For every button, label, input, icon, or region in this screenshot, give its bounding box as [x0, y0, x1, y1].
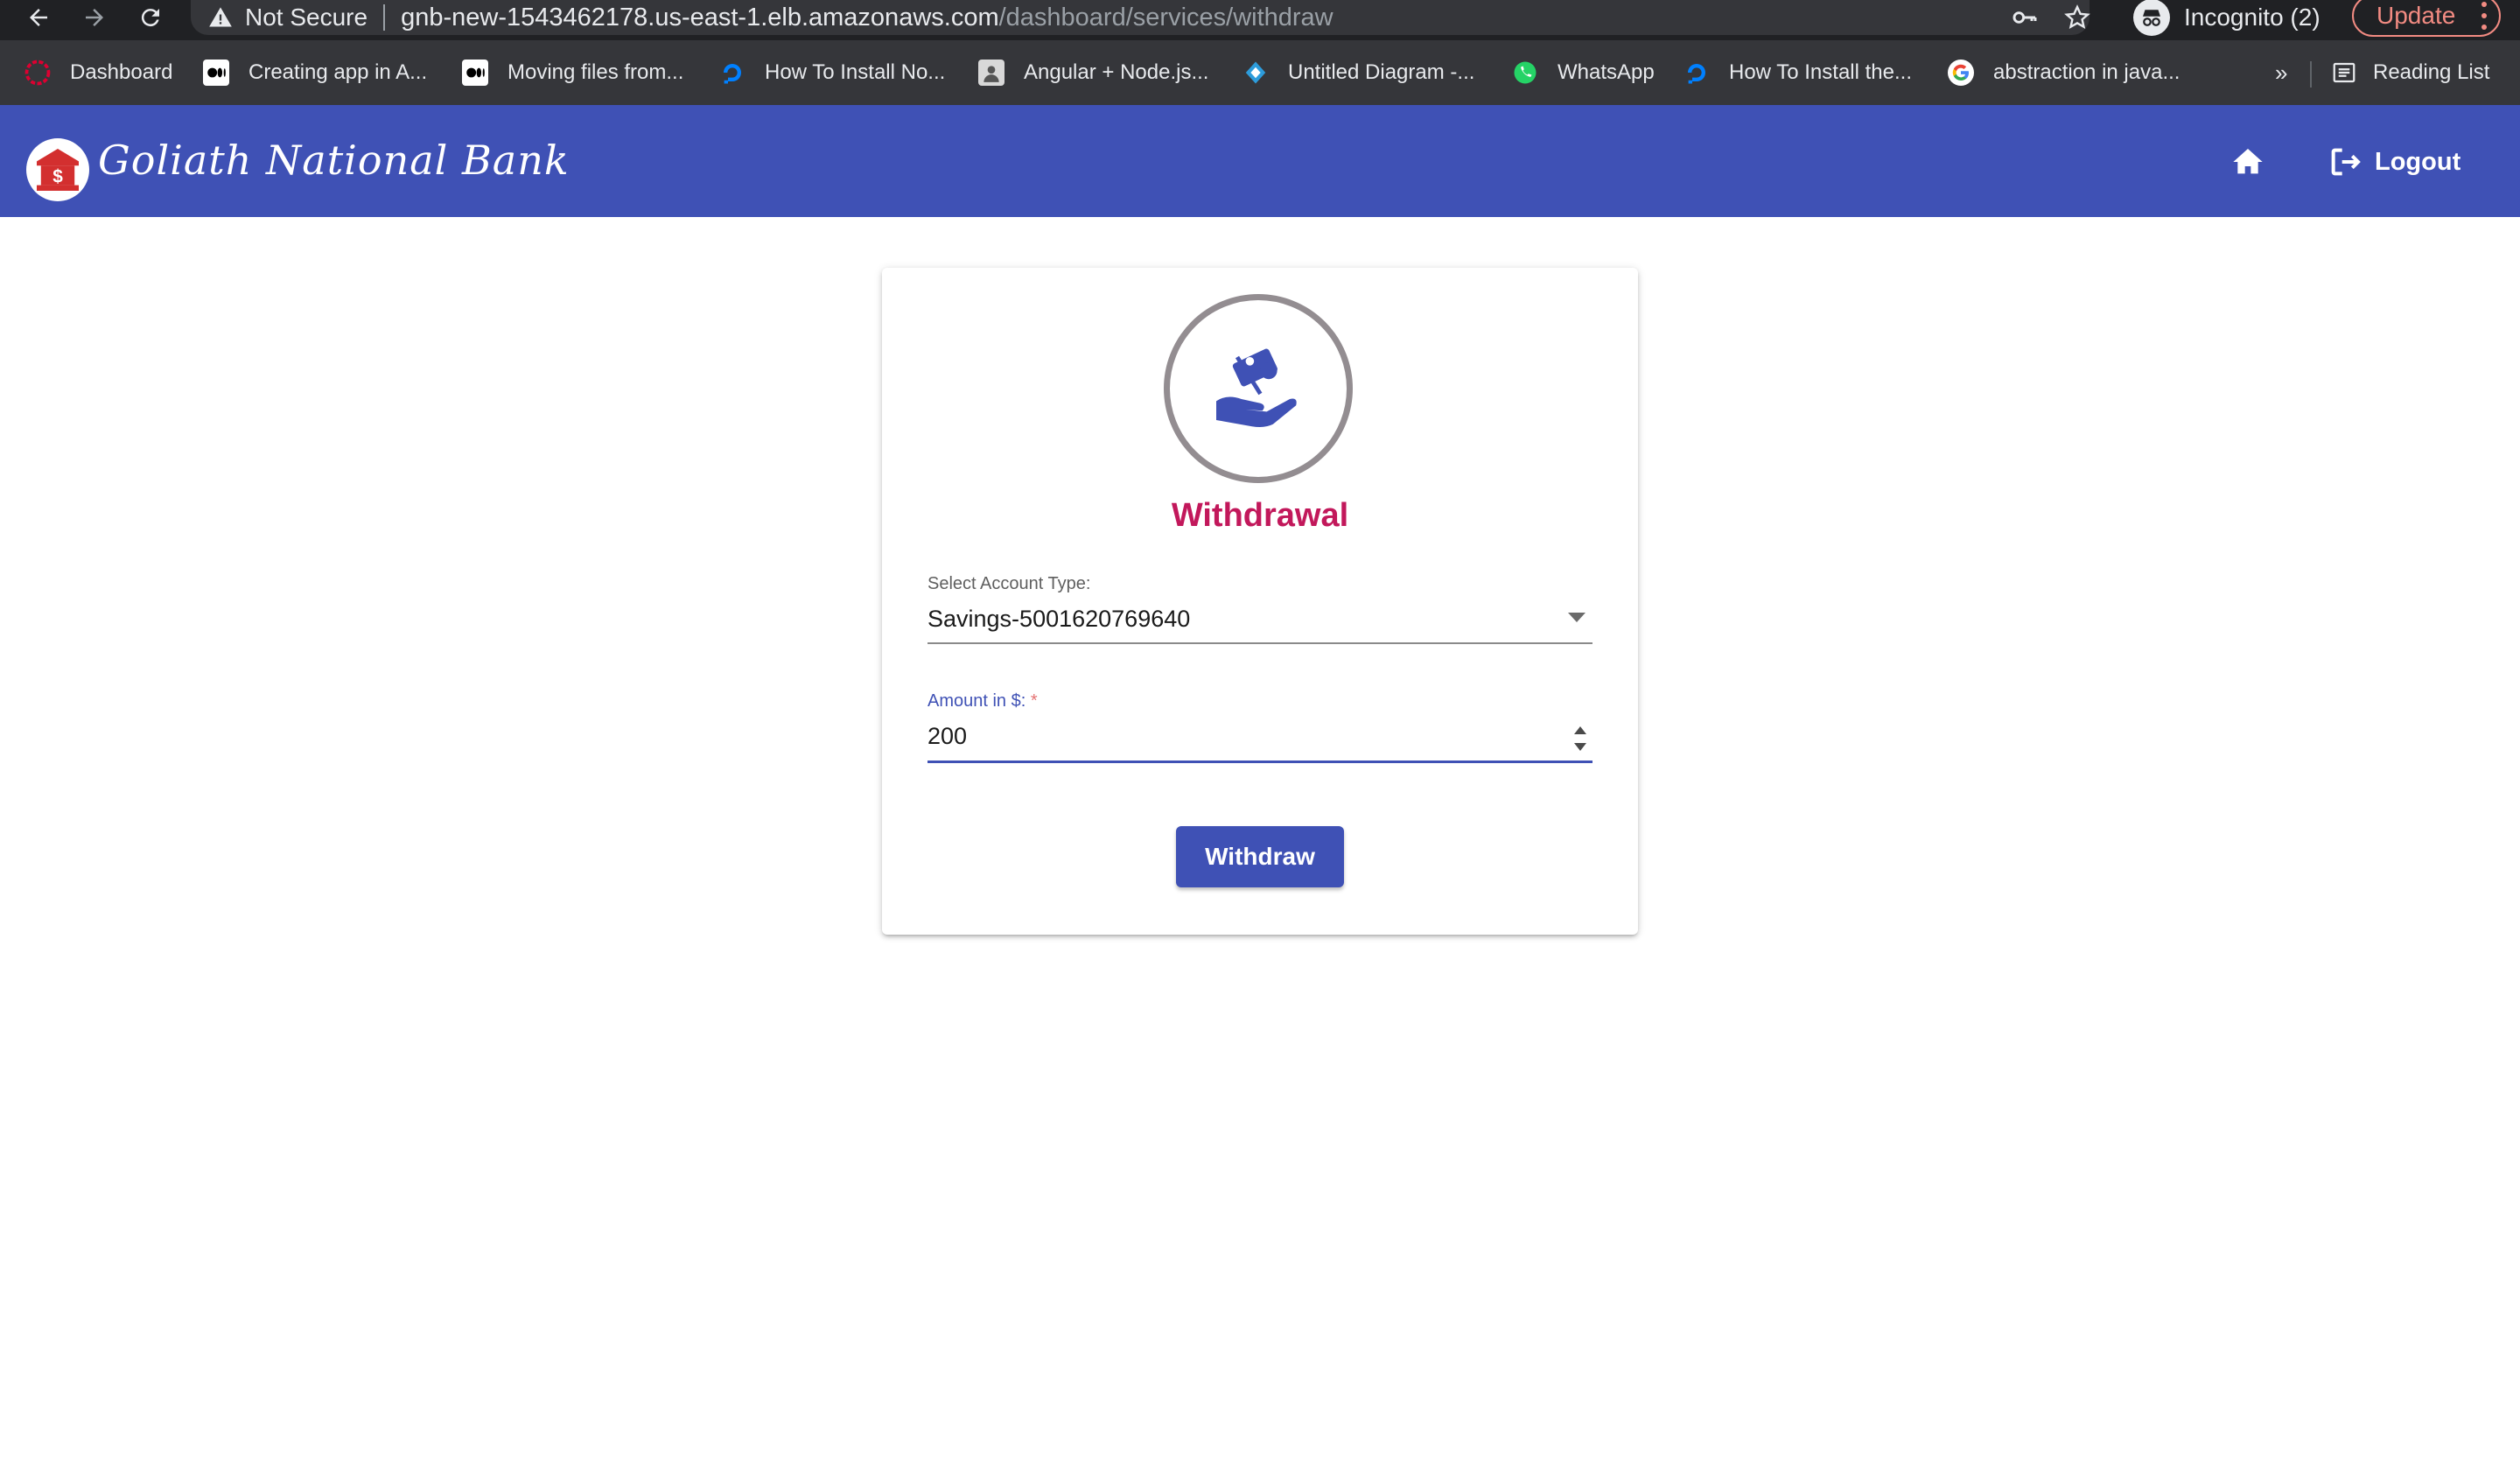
amount-label: Amount in $: *	[928, 691, 1038, 711]
account-type-label: Select Account Type:	[928, 574, 1091, 593]
bookmark-label: Untitled Diagram -...	[1288, 60, 1475, 84]
account-type-select[interactable]: Savings-5001620769640	[928, 600, 1592, 644]
reading-list-icon	[2333, 62, 2356, 83]
bookmark-item[interactable]: WhatsApp	[1512, 40, 1655, 105]
page-title: Withdrawal	[1171, 497, 1349, 534]
medium-icon	[203, 60, 229, 86]
update-label: Update	[2376, 2, 2456, 29]
required-marker: *	[1030, 691, 1038, 711]
url-path: /dashboard/services/withdraw	[998, 3, 1334, 32]
bookmarks-overflow-button[interactable]: »	[2275, 40, 2287, 105]
bookmark-label: Dashboard	[70, 60, 173, 84]
withdraw-button[interactable]: Withdraw	[1176, 826, 1344, 887]
warning-icon	[208, 4, 234, 31]
address-bar[interactable]: Not Secure gnb-new-1543462178.us-east-1.…	[191, 0, 2090, 35]
bookmark-label: WhatsApp	[1558, 60, 1655, 84]
amount-label-text: Amount in $:	[928, 691, 1026, 711]
reading-list-button[interactable]: Reading List	[2331, 40, 2489, 105]
bookmark-item[interactable]: Angular + Node.js...	[978, 40, 1208, 105]
star-icon[interactable]	[2063, 4, 2091, 32]
bookmark-item[interactable]: abstraction in java...	[1948, 40, 2180, 105]
increment-icon[interactable]	[1574, 726, 1586, 734]
incognito-indicator[interactable]: Incognito (2)	[2133, 0, 2320, 36]
bookmark-label: Moving files from...	[508, 60, 684, 84]
amount-value: 200	[928, 723, 968, 749]
url-host: gnb-new-1543462178.us-east-1.elb.amazona…	[401, 3, 999, 32]
bookmarks-bar: Dashboard Creating app in A... Moving fi…	[0, 40, 2520, 105]
incognito-icon	[2133, 0, 2170, 36]
bookmark-item[interactable]: Creating app in A...	[203, 40, 427, 105]
update-button[interactable]: Update	[2352, 0, 2501, 37]
bookmark-label: How To Install No...	[765, 60, 946, 84]
reload-button[interactable]	[133, 0, 168, 35]
browser-toolbar: Not Secure gnb-new-1543462178.us-east-1.…	[0, 0, 2520, 40]
bookmarks-divider	[2310, 61, 2312, 88]
decrement-icon[interactable]	[1574, 743, 1586, 751]
app-header: $ Goliath National Bank Logout	[0, 105, 2520, 217]
account-type-value: Savings-5001620769640	[928, 606, 1191, 632]
withdraw-cash-icon	[1164, 294, 1353, 483]
withdrawal-card: Withdrawal Select Account Type: Savings-…	[882, 268, 1638, 935]
bookmark-item[interactable]: How To Install No...	[719, 40, 945, 105]
google-icon	[1948, 60, 1974, 86]
bookmark-label: Angular + Node.js...	[1024, 60, 1209, 84]
svg-text:$: $	[52, 166, 63, 186]
amount-input[interactable]: 200	[928, 718, 1592, 763]
bank-logo-icon[interactable]: $	[26, 138, 89, 201]
forward-arrow-icon	[86, 9, 103, 26]
forward-button[interactable]	[77, 0, 112, 35]
logout-button[interactable]: Logout	[2328, 140, 2460, 184]
bookmark-item[interactable]: Moving files from...	[462, 40, 683, 105]
bookmark-label: abstraction in java...	[1993, 60, 2180, 84]
security-status[interactable]: Not Secure	[245, 4, 368, 32]
logout-label: Logout	[2375, 147, 2461, 176]
reload-icon	[141, 9, 159, 27]
bookmark-item[interactable]: How To Install the...	[1684, 40, 1912, 105]
bookmark-label: Creating app in A...	[248, 60, 428, 84]
more-menu-icon[interactable]	[2482, 2, 2487, 30]
brand-name[interactable]: Goliath National Bank	[98, 137, 570, 184]
whatsapp-icon	[1512, 60, 1538, 86]
key-icon[interactable]	[2011, 4, 2039, 32]
address-divider	[383, 4, 386, 31]
back-button[interactable]	[21, 0, 56, 35]
home-icon	[2233, 149, 2263, 174]
dropdown-arrow-icon[interactable]	[1568, 613, 1586, 622]
back-arrow-icon	[30, 9, 47, 26]
logout-icon	[2331, 148, 2361, 176]
incognito-label: Incognito (2)	[2184, 4, 2320, 31]
drawio-icon	[1242, 60, 1269, 86]
bookmark-label: How To Install the...	[1729, 60, 1912, 84]
home-button[interactable]	[2226, 140, 2270, 184]
reading-list-label: Reading List	[2373, 60, 2490, 84]
avatar-icon	[978, 60, 1004, 86]
medium-icon	[462, 60, 488, 86]
digitalocean-icon	[719, 60, 746, 86]
angular-icon	[24, 60, 51, 86]
bookmark-item[interactable]: Dashboard	[24, 40, 172, 105]
digitalocean-icon	[1684, 60, 1710, 86]
bookmark-item[interactable]: Untitled Diagram -...	[1242, 40, 1474, 105]
number-stepper[interactable]	[1573, 726, 1587, 751]
